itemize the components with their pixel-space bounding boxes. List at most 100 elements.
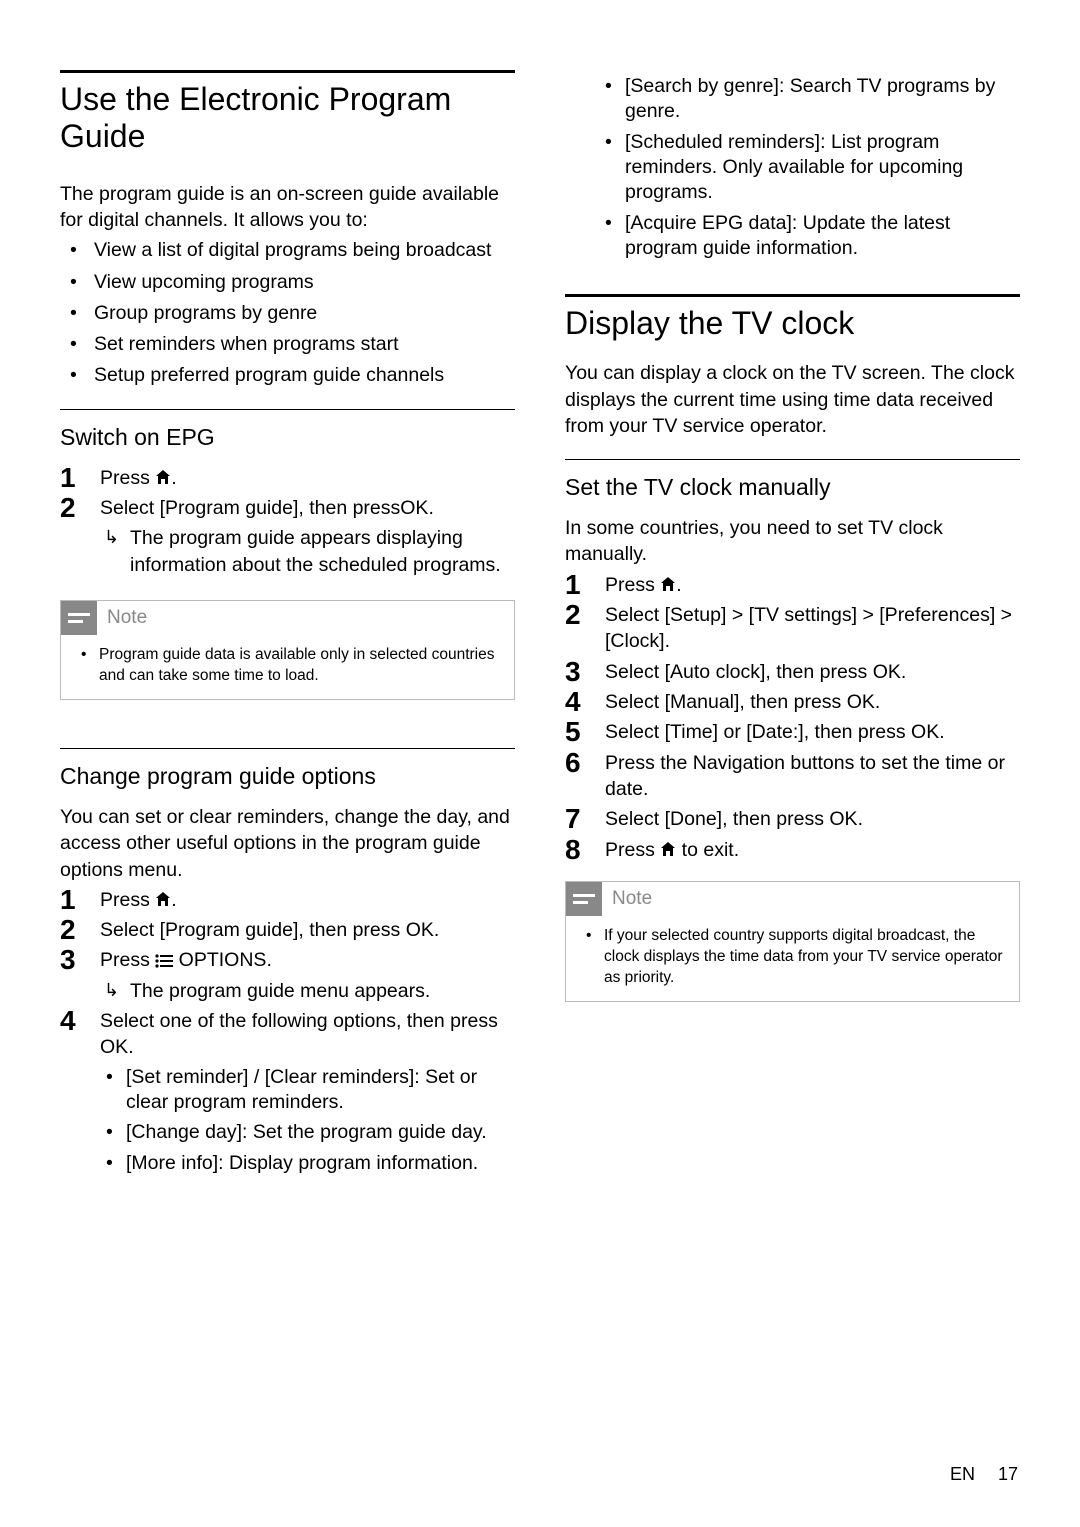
step-bold: OK — [100, 1036, 128, 1058]
opt-text: : Display program information. — [218, 1152, 478, 1174]
note-box: Note If your selected country supports d… — [565, 881, 1020, 1002]
step-bold: OK — [911, 721, 939, 743]
step-bold: OK — [406, 919, 434, 941]
rule-thin — [565, 459, 1020, 460]
subsection-switch-on-epg: Switch on EPG — [60, 424, 515, 451]
opt-bold: [Search by genre] — [625, 75, 779, 97]
rule-thick — [565, 294, 1020, 297]
change-guide-intro: You can set or clear reminders, change t… — [60, 804, 515, 883]
left-column: Use the Electronic Program Guide The pro… — [60, 70, 515, 1181]
step-bold: [Time] — [665, 721, 718, 743]
step-text: . — [875, 691, 880, 713]
steps-set-clock: Press . Select [Setup] > [TV settings] >… — [565, 572, 1020, 863]
option-bullet: [Change day]: Set the program guide day. — [126, 1120, 515, 1145]
step-bold: [Preferences] — [879, 604, 995, 626]
step-item: Press . — [60, 887, 515, 913]
step-item: Select [Time] or [Date:], then press OK. — [565, 719, 1020, 745]
step-bold: [Auto clock] — [665, 661, 766, 683]
opt-bold: [Set reminder] — [126, 1066, 248, 1088]
step-bold: [Done] — [665, 808, 722, 830]
step-text: . — [676, 574, 681, 596]
step-text: Press — [100, 949, 155, 971]
step-item: Press to exit. — [565, 837, 1020, 863]
options-icon — [155, 954, 173, 968]
note-bullet: Program guide data is available only in … — [81, 645, 500, 687]
note-bullets: Program guide data is available only in … — [81, 645, 500, 687]
step-bold: [Clock] — [605, 630, 665, 652]
opt-bold: [More info] — [126, 1152, 218, 1174]
opt-bold: [Scheduled reminders] — [625, 131, 820, 153]
clock-intro: You can display a clock on the TV screen… — [565, 360, 1020, 439]
opt-text: : Set the program guide day. — [242, 1121, 487, 1143]
home-icon — [660, 576, 676, 592]
option-bullets: [Set reminder] / [Clear reminders] : Set … — [100, 1065, 515, 1176]
step-text: . — [858, 808, 863, 830]
step-text: Press — [605, 839, 660, 861]
note-bullets: If your selected country supports digita… — [586, 926, 1005, 989]
step-text: Select — [605, 691, 665, 713]
step-text: > — [995, 604, 1012, 626]
bullet-item: View upcoming programs — [94, 269, 515, 295]
step-item: Select [Program guide], then press OK. — [60, 917, 515, 943]
step-bold: [Date:] — [746, 721, 803, 743]
note-icon — [566, 882, 602, 916]
step-text: Select — [100, 919, 160, 941]
step-result: The program guide menu appears. — [100, 978, 515, 1004]
step-text: > — [726, 604, 748, 626]
step-bold: [Manual] — [665, 691, 740, 713]
step-text: Select one of the following options, the… — [100, 1010, 498, 1032]
step-text: , then press — [804, 721, 911, 743]
step-bold: [Setup] — [665, 604, 727, 626]
note-box: Note Program guide data is available onl… — [60, 600, 515, 700]
section-title-epg: Use the Electronic Program Guide — [60, 81, 515, 155]
section-title-clock: Display the TV clock — [565, 305, 1020, 342]
step-item: Select [Setup] > [TV settings] > [Prefer… — [565, 602, 1020, 655]
note-header: Note — [61, 601, 514, 635]
step-text: Press — [605, 574, 660, 596]
step-item: Press . — [60, 465, 515, 491]
opt-bold: [Change day] — [126, 1121, 242, 1143]
note-label: Note — [612, 888, 652, 910]
footer-page: 17 — [998, 1464, 1018, 1484]
option-bullet: [Scheduled reminders]: List program remi… — [625, 130, 1020, 206]
step-text: Press — [100, 889, 155, 911]
option-bullet: [Search by genre]: Search TV programs by… — [625, 74, 1020, 125]
step-item: Press the Navigation buttons to set the … — [565, 750, 1020, 803]
step-bold: [TV settings] — [749, 604, 857, 626]
step-text: Press — [100, 467, 155, 489]
option-bullet: [More info]: Display program information… — [126, 1151, 515, 1176]
step-item: Select [Program guide], then pressOK. Th… — [60, 495, 515, 578]
opt-text: / — [248, 1066, 264, 1088]
opt-bold: [Clear reminders] — [265, 1066, 415, 1088]
steps-switch-epg: Press . Select [Program guide], then pre… — [60, 465, 515, 578]
step-result: The program guide appears displaying inf… — [100, 525, 515, 578]
step-bold: Navigation buttons — [693, 752, 855, 774]
step-text: . — [939, 721, 944, 743]
step-bold: OK — [829, 808, 857, 830]
set-clock-intro: In some countries, you need to set TV cl… — [565, 515, 1020, 568]
step-text: Select — [605, 661, 665, 683]
step-item: Press . — [565, 572, 1020, 598]
home-icon — [155, 469, 171, 485]
step-text: . — [901, 661, 906, 683]
step-bold: OK — [873, 661, 901, 683]
step-text: or — [718, 721, 746, 743]
step-text: Select — [605, 808, 665, 830]
step-text: Select — [100, 497, 160, 519]
step-text: . — [434, 919, 439, 941]
right-column: [Search by genre]: Search TV programs by… — [565, 70, 1020, 1181]
step-text: , then press — [739, 691, 846, 713]
subsection-change-guide-options: Change program guide options — [60, 763, 515, 790]
step-bold: OPTIONS — [173, 949, 266, 971]
step-item: Select [Manual], then press OK. — [565, 689, 1020, 715]
step-bold: [Program guide] — [160, 919, 299, 941]
step-text: Select — [605, 721, 665, 743]
home-icon — [155, 891, 171, 907]
step-text: Select — [605, 604, 665, 626]
note-label: Note — [107, 607, 147, 629]
step-text: . — [171, 889, 176, 911]
step-text: Press the — [605, 752, 693, 774]
step-item: Select [Auto clock], then press OK. — [565, 659, 1020, 685]
two-column-layout: Use the Electronic Program Guide The pro… — [60, 70, 1020, 1181]
epg-intro: The program guide is an on-screen guide … — [60, 181, 515, 234]
